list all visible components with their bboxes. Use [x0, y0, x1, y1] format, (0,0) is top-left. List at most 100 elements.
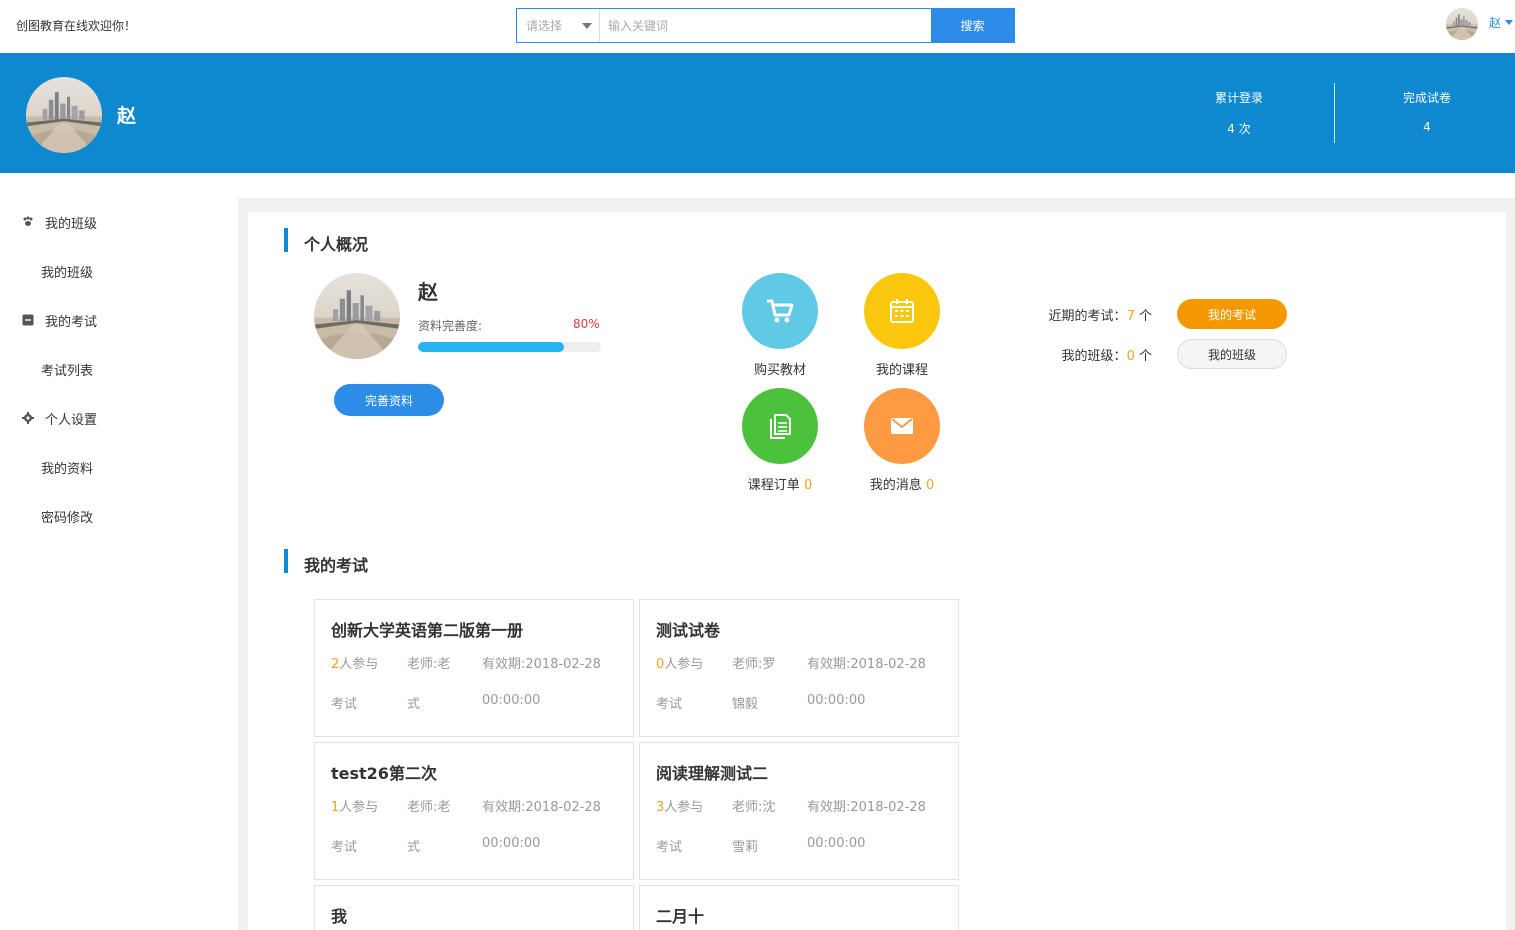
recent-exam-label: 近期的考试：	[1048, 309, 1127, 324]
chevron-down-icon[interactable]	[1505, 20, 1513, 25]
paw-icon	[23, 216, 33, 226]
sidebar-item-exam-list[interactable]: 考试列表	[0, 359, 238, 379]
quick-label-my-messages: 我的消息 0	[842, 474, 962, 493]
exam-title: 二月十	[656, 907, 705, 926]
document-icon	[770, 414, 791, 439]
avatar	[26, 77, 102, 153]
recent-exam-summary: 近期的考试：7 个	[1032, 305, 1152, 324]
mail-icon	[891, 418, 913, 434]
quick-label-buy-textbook: 购买教材	[720, 359, 840, 378]
stat-label: 累计登录	[1214, 91, 1263, 105]
exam-time: 00:00:00	[807, 836, 866, 851]
exam-valid-date: 有效期:2018-02-28	[482, 657, 601, 672]
exam-teacher: 老师:老	[407, 657, 451, 672]
sidebar-item-my-class[interactable]: 我的班级	[0, 261, 238, 281]
sidebar-item-label: 个人设置	[45, 412, 98, 428]
sidebar-item-label: 我的资料	[41, 461, 94, 477]
exam-participants: 1人参与	[331, 796, 378, 815]
search-input[interactable]	[600, 9, 931, 42]
my-class-button[interactable]: 我的班级	[1177, 339, 1287, 369]
section-title-overview: 个人概况	[304, 235, 369, 254]
complete-profile-button[interactable]: 完善资料	[334, 384, 444, 416]
exam-card[interactable]: 创新大学英语第二版第一册 2人参与 老师:老 有效期:2018-02-28 考试…	[314, 599, 634, 737]
completeness-label: 资料完善度:	[418, 319, 483, 333]
stat-label: 完成试卷	[1402, 91, 1451, 105]
exam-teacher-cont: 雪莉	[732, 840, 759, 855]
quick-label-text: 我的消息	[869, 478, 922, 493]
sidebar-item-change-password[interactable]: 密码修改	[0, 506, 238, 526]
my-courses-button[interactable]	[864, 273, 940, 349]
calendar-icon	[890, 299, 914, 323]
course-orders-button[interactable]	[742, 388, 818, 464]
exam-title: 阅读理解测试二	[656, 764, 769, 783]
avatar	[314, 273, 400, 359]
section-marker	[284, 549, 288, 573]
sidebar-item-label: 考试列表	[41, 363, 94, 379]
exam-card[interactable]: test26第二次 1人参与 老师:老 有效期:2018-02-28 考试 式 …	[314, 742, 634, 880]
exam-card[interactable]: 二月十	[639, 885, 959, 930]
exam-participants: 3人参与	[656, 796, 703, 815]
search-category-select[interactable]: 请选择	[517, 9, 600, 42]
participants-suffix: 人参与	[664, 657, 704, 672]
exam-time: 00:00:00	[482, 836, 541, 851]
exam-card[interactable]: 我	[314, 885, 634, 930]
exam-type: 考试	[331, 840, 358, 855]
sidebar-group-personal-settings[interactable]: 个人设置	[0, 408, 238, 428]
gear-icon	[22, 412, 34, 424]
sidebar-group-my-exams[interactable]: 我的考试	[0, 310, 238, 330]
search-button[interactable]: 搜索	[931, 9, 1014, 42]
buy-textbook-button[interactable]	[742, 273, 818, 349]
participants-suffix: 人参与	[339, 657, 379, 672]
exam-participants: 0人参与	[656, 653, 703, 672]
exam-title: 我	[331, 907, 348, 926]
exam-title: 创新大学英语第二版第一册	[331, 621, 524, 640]
exam-participants: 2人参与	[331, 653, 378, 672]
exam-type: 考试	[331, 697, 358, 712]
exam-teacher-cont: 式	[407, 840, 421, 855]
exam-time: 00:00:00	[807, 693, 866, 708]
stat-value: 4 次	[1227, 122, 1251, 136]
sidebar-item-label: 我的考试	[45, 314, 98, 330]
search-bar: 请选择 搜索	[516, 8, 1015, 43]
exam-teacher: 老师:沈	[732, 800, 776, 815]
user-menu[interactable]: 赵	[1489, 14, 1501, 31]
sidebar-item-my-profile[interactable]: 我的资料	[0, 457, 238, 477]
sidebar-item-label: 我的班级	[45, 216, 98, 232]
top-bar: 创图教育在线欢迎你！ 请选择 搜索 赵	[0, 0, 1515, 53]
exam-card[interactable]: 测试试卷 0人参与 老师:罗 有效期:2018-02-28 考试 锦毅 00:0…	[639, 599, 959, 737]
stat-completed-papers: 完成试卷 4	[1357, 89, 1497, 134]
recent-exam-count: 7	[1126, 309, 1135, 324]
my-exams-button[interactable]: 我的考试	[1177, 299, 1287, 329]
section-title-my-exams: 我的考试	[304, 556, 369, 575]
overview-name: 赵	[418, 280, 438, 304]
search-category-value: 请选择	[526, 19, 563, 33]
exam-teacher-cont: 式	[407, 697, 421, 712]
sidebar-group-my-class[interactable]: 我的班级	[0, 212, 238, 232]
avatar[interactable]	[1446, 8, 1478, 40]
completeness-progress-fill	[418, 342, 565, 352]
sidebar-item-label: 密码修改	[41, 510, 94, 526]
sidebar-item-label: 我的班级	[41, 265, 94, 281]
exam-type: 考试	[656, 840, 683, 855]
welcome-text: 创图教育在线欢迎你！	[16, 19, 137, 33]
quick-count: 0	[925, 478, 935, 493]
exam-card[interactable]: 阅读理解测试二 3人参与 老师:沈 有效期:2018-02-28 考试 雪莉 0…	[639, 742, 959, 880]
stat-login-count: 累计登录 4 次	[1169, 89, 1309, 137]
participants-suffix: 人参与	[664, 800, 704, 815]
my-class-label: 我的班级：	[1061, 349, 1127, 364]
quick-count: 0	[803, 478, 813, 493]
quick-label-my-courses: 我的课程	[842, 359, 962, 378]
participants-suffix: 人参与	[339, 800, 379, 815]
exam-type: 考试	[656, 697, 683, 712]
exam-time: 00:00:00	[482, 693, 541, 708]
my-messages-button[interactable]	[864, 388, 940, 464]
exam-teacher: 老师:罗	[732, 657, 776, 672]
exam-title: test26第二次	[331, 764, 437, 783]
chevron-down-icon	[582, 23, 592, 29]
exam-valid-date: 有效期:2018-02-28	[482, 800, 601, 815]
completeness-percent: 80%	[573, 317, 600, 331]
quick-label-text: 购买教材	[753, 363, 806, 378]
cart-icon	[767, 299, 794, 323]
profile-banner: 赵 累计登录 4 次 完成试卷 4	[0, 53, 1515, 173]
quick-label-course-orders: 课程订单 0	[720, 474, 840, 493]
